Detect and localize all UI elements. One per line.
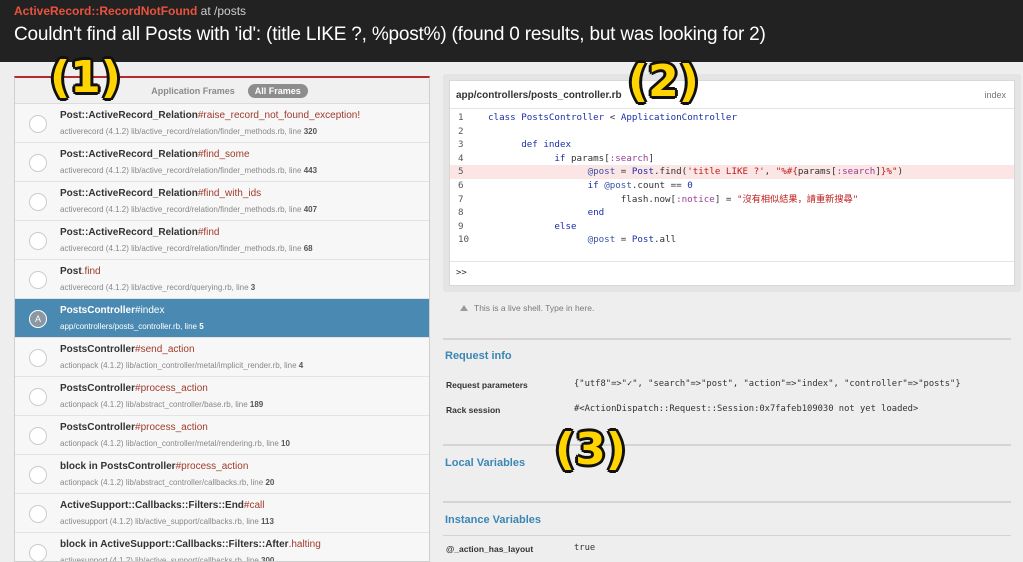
frame-radio-icon: [29, 193, 47, 211]
all-frames-tab[interactable]: All Frames: [247, 83, 308, 98]
code-line: 1 class PostsController < ApplicationCont…: [458, 112, 737, 123]
frame-item[interactable]: ActiveSupport::Callbacks::Filters::End#c…: [15, 494, 429, 533]
local-variables-title: Local Variables: [445, 457, 526, 469]
frame-file: actionpack (4.1.2) lib/abstract_controll…: [60, 400, 264, 409]
frame-file: actionpack (4.1.2) lib/action_controller…: [60, 439, 290, 448]
code-line-highlighted: 5 @post = Post.find('title LIKE ?', "%#{…: [450, 165, 1014, 179]
frame-name: block in PostsController#process_action: [60, 461, 249, 472]
frame-item[interactable]: PostsController#process_action actionpack…: [15, 416, 429, 455]
exception-location: ActiveRecord::RecordNotFound at /posts: [14, 4, 1009, 18]
annotation-3: (3): [555, 424, 626, 475]
code-line: 8 end: [458, 207, 605, 219]
frame-file: activerecord (4.1.2) lib/active_record/r…: [60, 127, 318, 136]
frame-item[interactable]: block in ActiveSupport::Callbacks::Filte…: [15, 533, 429, 562]
divider: [443, 501, 1011, 503]
frame-item[interactable]: Post::ActiveRecord_Relation#raise_record…: [15, 104, 429, 143]
frame-file: activerecord (4.1.2) lib/active_record/r…: [60, 205, 318, 214]
error-header: ActiveRecord::RecordNotFound at /posts C…: [0, 0, 1023, 62]
frame-name: PostsController#process_action: [60, 383, 208, 394]
frame-radio-icon: [29, 388, 47, 406]
frame-radio-icon: [29, 232, 47, 250]
frame-item[interactable]: Post::ActiveRecord_Relation#find_with_id…: [15, 182, 429, 221]
frame-item[interactable]: PostsController#send_action actionpack (4…: [15, 338, 429, 377]
shell-hint-text: This is a live shell. Type in here.: [474, 303, 595, 313]
frame-radio-icon: [29, 115, 47, 133]
frame-radio-icon: A: [29, 310, 47, 328]
exception-message: Couldn't find all Posts with 'id': (titl…: [14, 24, 766, 45]
instance-variable-name: @_action_has_layout: [446, 544, 534, 554]
request-info-title: Request info: [445, 350, 512, 362]
source-function-name: index: [984, 90, 1006, 100]
frame-name: PostsController#send_action: [60, 344, 195, 355]
instance-variable-value: true: [574, 543, 596, 553]
rack-session-value: #<ActionDispatch::Request::Session:0x7fa…: [574, 404, 919, 414]
frame-name: PostsController#process_action: [60, 422, 208, 433]
frame-file: activerecord (4.1.2) lib/active_record/r…: [60, 166, 318, 175]
console-prompt: >>: [456, 268, 467, 278]
frame-name: ActiveSupport::Callbacks::Filters::End#c…: [60, 500, 265, 511]
request-parameters-label: Request parameters: [446, 380, 528, 390]
code-header: app/controllers/posts_controller.rb inde…: [450, 81, 1014, 109]
code-line: 10 @post = Post.all: [458, 234, 677, 246]
frame-item[interactable]: Post.find activerecord (4.1.2) lib/active…: [15, 260, 429, 299]
code-line: 6 if @post.count == 0: [458, 180, 693, 191]
frame-radio-icon: [29, 505, 47, 523]
triangle-up-icon: [460, 305, 468, 311]
annotation-1: (1): [50, 52, 121, 103]
frame-name: Post::ActiveRecord_Relation#raise_record…: [60, 110, 361, 121]
frame-name: PostsController#index: [60, 305, 165, 316]
frame-radio-icon: [29, 544, 47, 561]
source-file-path: app/controllers/posts_controller.rb: [456, 90, 622, 101]
divider: [443, 535, 1011, 536]
code-line: 2: [458, 125, 464, 137]
frame-file: activesupport (4.1.2) lib/active_support…: [60, 556, 275, 562]
frame-item[interactable]: PostsController#process_action actionpack…: [15, 377, 429, 416]
request-path: at /posts: [197, 4, 247, 18]
frame-file: activerecord (4.1.2) lib/active_record/q…: [60, 283, 256, 292]
code-line: 9 else: [458, 220, 577, 232]
frame-name: Post::ActiveRecord_Relation#find: [60, 227, 220, 238]
frame-item[interactable]: block in PostsController#process_actiona…: [15, 455, 429, 494]
frame-name: Post::ActiveRecord_Relation#find_with_id…: [60, 188, 262, 199]
frame-list: Post::ActiveRecord_Relation#raise_record…: [15, 104, 429, 562]
frames-panel: Application Frames All Frames Post::Acti…: [14, 76, 430, 562]
frame-file: actionpack (4.1.2) lib/action_controller…: [60, 361, 304, 370]
divider: [443, 338, 1011, 340]
exception-class: ActiveRecord::RecordNotFound: [14, 4, 198, 18]
frame-radio-icon: [29, 349, 47, 367]
frame-name: block in ActiveSupport::Callbacks::Filte…: [60, 539, 321, 550]
frame-item[interactable]: A PostsController#index app/controllers/po…: [15, 299, 429, 338]
frame-radio-icon: [29, 271, 47, 289]
frame-radio-icon: [29, 154, 47, 172]
code-line: 4 if params[:search]: [458, 152, 655, 164]
code-line: 3 def index: [458, 139, 572, 151]
frame-radio-icon: [29, 427, 47, 445]
code-line: 7 flash.now[:notice] = "沒有相似結果，請重新搜尋": [458, 193, 859, 205]
code-panel: app/controllers/posts_controller.rb inde…: [443, 74, 1021, 292]
console-input[interactable]: >>: [450, 261, 1014, 285]
frame-file: activesupport (4.1.2) lib/active_support…: [60, 517, 274, 526]
frame-name: Post.find: [60, 266, 101, 277]
divider: [443, 444, 1011, 446]
frame-file: app/controllers/posts_controller.rb, lin…: [60, 322, 204, 331]
frame-item[interactable]: Post::ActiveRecord_Relation#find_someact…: [15, 143, 429, 182]
annotation-2: (2): [628, 56, 699, 107]
source-code: 1 class PostsController < ApplicationCont…: [450, 109, 1014, 259]
frame-radio-icon: [29, 466, 47, 484]
code-box: app/controllers/posts_controller.rb inde…: [449, 80, 1015, 286]
instance-variables-title: Instance Variables: [445, 514, 541, 526]
shell-hint: This is a live shell. Type in here.: [460, 303, 594, 313]
rack-session-label: Rack session: [446, 405, 501, 415]
frame-file: activerecord (4.1.2) lib/active_record/r…: [60, 244, 313, 253]
request-parameters-value: {"utf8"=>"✓", "search"=>"post", "action"…: [574, 379, 961, 389]
frame-name: Post::ActiveRecord_Relation#find_some: [60, 149, 250, 160]
frame-file: actionpack (4.1.2) lib/abstract_controll…: [60, 478, 275, 487]
application-frames-tab[interactable]: Application Frames: [144, 84, 242, 98]
frame-item[interactable]: Post::ActiveRecord_Relation#findactivere…: [15, 221, 429, 260]
